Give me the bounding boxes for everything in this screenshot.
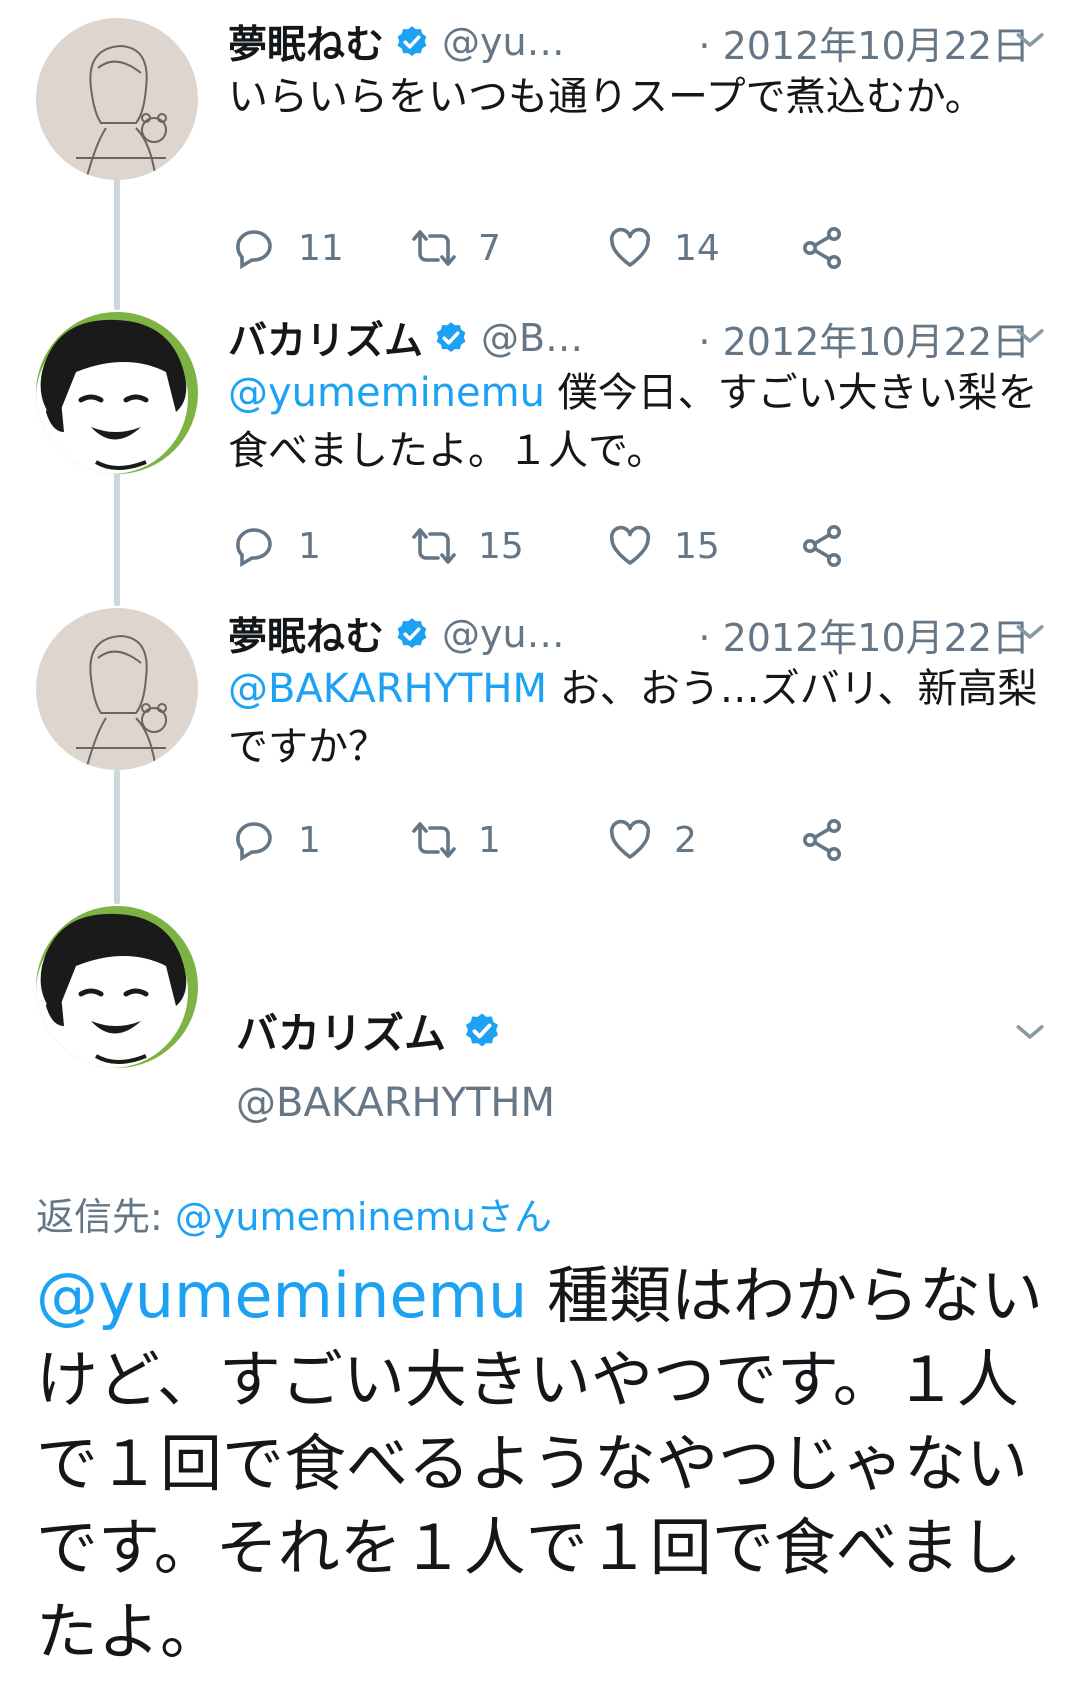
- share-icon: [803, 819, 841, 861]
- like-icon: [609, 819, 651, 859]
- thread-line: [114, 176, 120, 310]
- tweet-header: 夢眠ねむ @yu… · 2012年10月22日: [228, 14, 1050, 70]
- retweet-button[interactable]: 1: [410, 812, 501, 868]
- thread-line: [114, 472, 120, 606]
- retweet-icon: [412, 528, 456, 564]
- tweet-text: @BAKARHYTHM お、おう…ズバリ、新高梨ですか？: [228, 660, 1048, 776]
- caret-down-icon[interactable]: [1010, 20, 1050, 60]
- like-button[interactable]: 15: [606, 518, 720, 574]
- tweet-header: 夢眠ねむ @yu… · 2012年10月22日: [228, 606, 1050, 662]
- reply-icon: [236, 230, 272, 270]
- tweet-text: @yumeminemu 僕今日、すごい大きい梨を食べましたよ。１人で。: [228, 364, 1048, 480]
- retweet-count: 15: [478, 525, 524, 567]
- avatar-yumeminemu[interactable]: [36, 608, 198, 770]
- thread-line: [114, 770, 120, 904]
- like-button[interactable]: 14: [606, 220, 720, 276]
- caret-down-icon[interactable]: [1010, 1012, 1050, 1052]
- caret-down-icon[interactable]: [1010, 612, 1050, 652]
- main-author: バカリズム: [236, 1000, 514, 1061]
- author-name[interactable]: 夢眠ねむ: [228, 606, 384, 662]
- mention-link[interactable]: @yumeminemu: [228, 370, 545, 416]
- like-icon: [609, 525, 651, 565]
- share-icon: [803, 227, 841, 269]
- author-handle[interactable]: @yu…: [442, 20, 565, 64]
- tweet-body: いらいらをいつも通りスープで煮込むか。: [228, 74, 985, 120]
- author-name[interactable]: バカリズム: [228, 310, 423, 366]
- avatar-yumeminemu[interactable]: [36, 18, 198, 180]
- verified-icon: [397, 26, 427, 56]
- retweet-button[interactable]: 15: [410, 518, 524, 574]
- tweet-header: バカリズム @B… · 2012年10月22日: [228, 310, 1050, 366]
- caret-down-icon[interactable]: [1010, 316, 1050, 356]
- share-icon: [803, 525, 841, 567]
- retweet-icon: [412, 230, 456, 266]
- author-handle[interactable]: @yu…: [442, 612, 565, 656]
- tweet-actions: 1 1 2: [230, 812, 950, 868]
- tweet-text: いらいらをいつも通りスープで煮込むか。: [228, 68, 1048, 126]
- tweet-date[interactable]: · 2012年10月22日: [698, 15, 1050, 70]
- retweet-count: 1: [478, 819, 501, 861]
- share-button[interactable]: [798, 812, 846, 868]
- verified-icon: [397, 618, 427, 648]
- like-button[interactable]: 2: [606, 812, 697, 868]
- reply-button[interactable]: 11: [230, 220, 344, 276]
- tweet-date[interactable]: · 2012年10月22日: [698, 311, 1050, 366]
- tweet-date[interactable]: · 2012年10月22日: [698, 607, 1050, 662]
- reply-count: 1: [298, 819, 321, 861]
- retweet-count: 7: [478, 227, 501, 269]
- main-author-handle[interactable]: @BAKARHYTHM: [236, 1080, 555, 1126]
- retweet-icon: [412, 822, 456, 858]
- like-icon: [609, 227, 651, 267]
- like-count: 2: [674, 819, 697, 861]
- reply-to: 返信先: @yumeminemuさん: [36, 1186, 552, 1241]
- mention-link[interactable]: @BAKARHYTHM: [228, 666, 547, 712]
- verified-icon: [466, 1013, 499, 1046]
- tweet-actions: 11 7 14: [230, 220, 950, 276]
- avatar-bakarhythm[interactable]: [36, 906, 198, 1068]
- main-author-name[interactable]: バカリズム: [236, 1000, 446, 1061]
- share-button[interactable]: [798, 518, 846, 574]
- main-tweet-text: @yumeminemu 種類はわからないけど、すごい大きいやつです。１人で１回で…: [36, 1254, 1056, 1674]
- reply-count: 1: [298, 525, 321, 567]
- retweet-button[interactable]: 7: [410, 220, 501, 276]
- reply-count: 11: [298, 227, 344, 269]
- avatar-bakarhythm[interactable]: [36, 312, 198, 474]
- reply-icon: [236, 528, 272, 568]
- like-count: 14: [674, 227, 720, 269]
- author-name[interactable]: 夢眠ねむ: [228, 14, 384, 70]
- mention-link[interactable]: @yumeminemu: [36, 1259, 527, 1332]
- reply-to-label: 返信先:: [36, 1195, 175, 1239]
- reply-to-link[interactable]: @yumeminemuさん: [175, 1195, 552, 1239]
- reply-button[interactable]: 1: [230, 812, 321, 868]
- author-handle[interactable]: @B…: [481, 316, 583, 360]
- reply-icon: [236, 822, 272, 862]
- verified-icon: [436, 322, 466, 352]
- share-button[interactable]: [798, 220, 846, 276]
- like-count: 15: [674, 525, 720, 567]
- tweet-actions: 1 15 15: [230, 518, 950, 574]
- reply-button[interactable]: 1: [230, 518, 321, 574]
